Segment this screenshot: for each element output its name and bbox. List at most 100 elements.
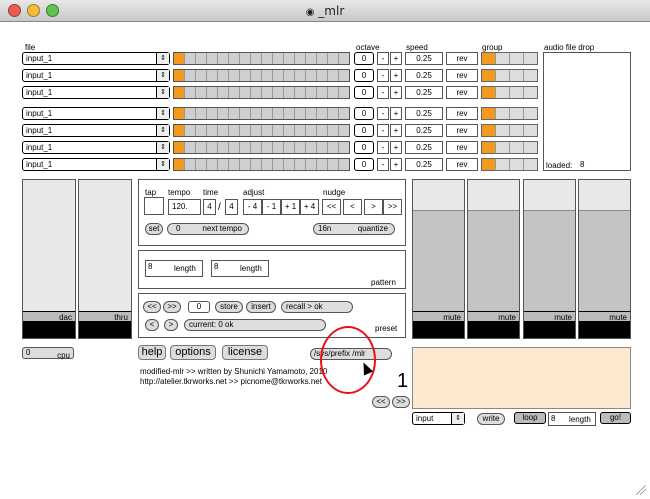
group-selector[interactable] (481, 107, 538, 120)
step-cell[interactable] (218, 70, 229, 81)
octave-number[interactable]: 0 (354, 52, 374, 65)
step-cell[interactable] (218, 87, 229, 98)
step-cell[interactable] (262, 53, 273, 64)
file-menu[interactable]: input_1 ⇕ (22, 124, 170, 137)
step-grid[interactable] (173, 124, 350, 137)
step-cell[interactable] (174, 53, 185, 64)
step-cell[interactable] (328, 87, 339, 98)
step-cell[interactable] (284, 142, 295, 153)
group-cell[interactable] (482, 142, 496, 153)
step-cell[interactable] (207, 70, 218, 81)
octave-down-button[interactable]: - (377, 107, 389, 120)
preset-step-prev[interactable]: < (145, 319, 159, 331)
step-cell[interactable] (196, 70, 207, 81)
step-cell[interactable] (339, 125, 349, 136)
insert-button[interactable]: insert (246, 301, 276, 313)
step-cell[interactable] (218, 53, 229, 64)
step-cell[interactable] (240, 142, 251, 153)
speed-number[interactable]: 0.25 (405, 124, 443, 137)
step-cell[interactable] (196, 108, 207, 119)
group-cell[interactable] (496, 125, 510, 136)
step-cell[interactable] (207, 53, 218, 64)
step-cell[interactable] (251, 108, 262, 119)
group-cell[interactable] (510, 53, 524, 64)
octave-down-button[interactable]: - (377, 86, 389, 99)
octave-up-button[interactable]: + (390, 52, 402, 65)
step-cell[interactable] (317, 142, 328, 153)
page-prev-button[interactable]: << (372, 396, 390, 408)
step-cell[interactable] (317, 87, 328, 98)
mute-slider[interactable]: mute (412, 179, 465, 339)
step-cell[interactable] (174, 159, 185, 170)
group-cell[interactable] (482, 125, 496, 136)
group-cell[interactable] (496, 53, 510, 64)
tap-button[interactable] (144, 197, 164, 215)
octave-up-button[interactable]: + (390, 107, 402, 120)
speed-number[interactable]: 0.25 (405, 52, 443, 65)
octave-number[interactable]: 0 (354, 141, 374, 154)
pattern1-length[interactable]: 8 length (145, 260, 203, 277)
step-cell[interactable] (185, 125, 196, 136)
speed-number[interactable]: 0.25 (405, 69, 443, 82)
pattern2-length[interactable]: 8 length (211, 260, 269, 277)
step-cell[interactable] (317, 53, 328, 64)
step-cell[interactable] (306, 53, 317, 64)
step-cell[interactable] (306, 125, 317, 136)
octave-up-button[interactable]: + (390, 124, 402, 137)
step-grid[interactable] (173, 107, 350, 120)
octave-number[interactable]: 0 (354, 86, 374, 99)
step-cell[interactable] (284, 70, 295, 81)
resize-grip-icon[interactable] (636, 485, 646, 495)
dac-level-slider[interactable]: dac (22, 179, 76, 339)
step-cell[interactable] (295, 70, 306, 81)
step-grid[interactable] (173, 158, 350, 171)
nudge-forward[interactable]: > (364, 199, 383, 215)
step-cell[interactable] (306, 142, 317, 153)
step-cell[interactable] (262, 87, 273, 98)
input-menu[interactable]: input ⇕ (412, 412, 465, 425)
step-cell[interactable] (306, 108, 317, 119)
adjust-plus-1[interactable]: + 1 (281, 199, 300, 215)
octave-down-button[interactable]: - (377, 124, 389, 137)
file-menu[interactable]: input_1 ⇕ (22, 52, 170, 65)
group-cell[interactable] (510, 70, 524, 81)
step-cell[interactable] (229, 159, 240, 170)
octave-number[interactable]: 0 (354, 158, 374, 171)
step-cell[interactable] (207, 159, 218, 170)
step-cell[interactable] (295, 159, 306, 170)
step-cell[interactable] (229, 87, 240, 98)
step-cell[interactable] (185, 142, 196, 153)
step-cell[interactable] (328, 125, 339, 136)
audio-file-drop-area[interactable]: loaded: 8 (543, 52, 631, 171)
options-button[interactable]: options (170, 345, 216, 360)
group-cell[interactable] (524, 125, 537, 136)
recall-button[interactable]: recall > ok (281, 301, 353, 313)
rev-button[interactable]: rev (446, 107, 478, 120)
group-selector[interactable] (481, 86, 538, 99)
help-button[interactable]: help (138, 345, 166, 360)
quantize-menu[interactable]: 16n quantize (313, 223, 395, 235)
step-cell[interactable] (284, 159, 295, 170)
step-cell[interactable] (273, 70, 284, 81)
speed-number[interactable]: 0.25 (405, 158, 443, 171)
step-cell[interactable] (273, 108, 284, 119)
mute-slider[interactable]: mute (578, 179, 631, 339)
tempo-number[interactable]: 120. (168, 199, 201, 215)
octave-up-button[interactable]: + (390, 86, 402, 99)
set-button[interactable]: set (145, 223, 163, 235)
group-selector[interactable] (481, 158, 538, 171)
octave-down-button[interactable]: - (377, 141, 389, 154)
octave-down-button[interactable]: - (377, 52, 389, 65)
step-cell[interactable] (240, 125, 251, 136)
step-cell[interactable] (328, 142, 339, 153)
time-denominator[interactable]: 4 (225, 199, 238, 215)
step-cell[interactable] (339, 108, 349, 119)
step-cell[interactable] (339, 70, 349, 81)
step-cell[interactable] (273, 53, 284, 64)
step-cell[interactable] (262, 125, 273, 136)
octave-up-button[interactable]: + (390, 141, 402, 154)
next-tempo-field[interactable]: 0 next tempo (167, 223, 249, 235)
step-cell[interactable] (185, 87, 196, 98)
step-cell[interactable] (207, 87, 218, 98)
nudge-fast-forward[interactable]: >> (383, 199, 402, 215)
